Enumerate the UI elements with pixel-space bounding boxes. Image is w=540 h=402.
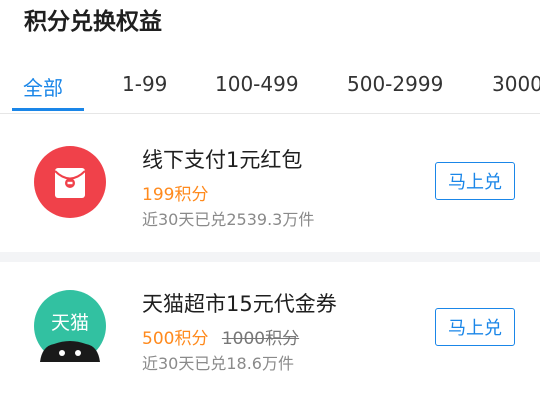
tab-1-99[interactable]: 1-99 <box>122 72 167 96</box>
item-title: 线下支付1元红包 <box>142 148 303 172</box>
active-tab-underline <box>12 108 84 111</box>
list-item[interactable]: 天猫 天猫超市15元代金券 500积分 1000积分 近30天已兑18.6万件 … <box>0 262 540 402</box>
section-divider <box>0 252 540 262</box>
tab-100-499[interactable]: 100-499 <box>215 72 299 96</box>
tab-500-2999[interactable]: 500-2999 <box>347 72 443 96</box>
page-title: 积分兑换权益 <box>24 9 162 35</box>
item-original-price: 1000积分 <box>221 329 300 349</box>
tab-3000[interactable]: 3000 <box>492 72 540 96</box>
item-stat: 近30天已兑2539.3万件 <box>142 210 315 229</box>
red-envelope-icon <box>34 146 106 218</box>
redeem-button[interactable]: 马上兑 <box>435 308 515 346</box>
item-price: 500积分 <box>142 329 209 349</box>
item-price-row: 500积分 1000积分 <box>142 324 299 349</box>
item-price: 199积分 <box>142 185 209 205</box>
tmall-logo-text: 天猫 <box>50 312 89 334</box>
item-stat: 近30天已兑18.6万件 <box>142 354 294 373</box>
list-item[interactable]: 线下支付1元红包 199积分 近30天已兑2539.3万件 马上兑 <box>0 114 540 254</box>
tab-all[interactable]: 全部 <box>23 72 63 101</box>
item-title: 天猫超市15元代金券 <box>142 292 337 316</box>
redeem-button[interactable]: 马上兑 <box>435 162 515 200</box>
category-tabs: 全部 1-99 100-499 500-2999 3000 <box>0 60 540 112</box>
tmall-logo-icon: 天猫 <box>34 290 106 362</box>
